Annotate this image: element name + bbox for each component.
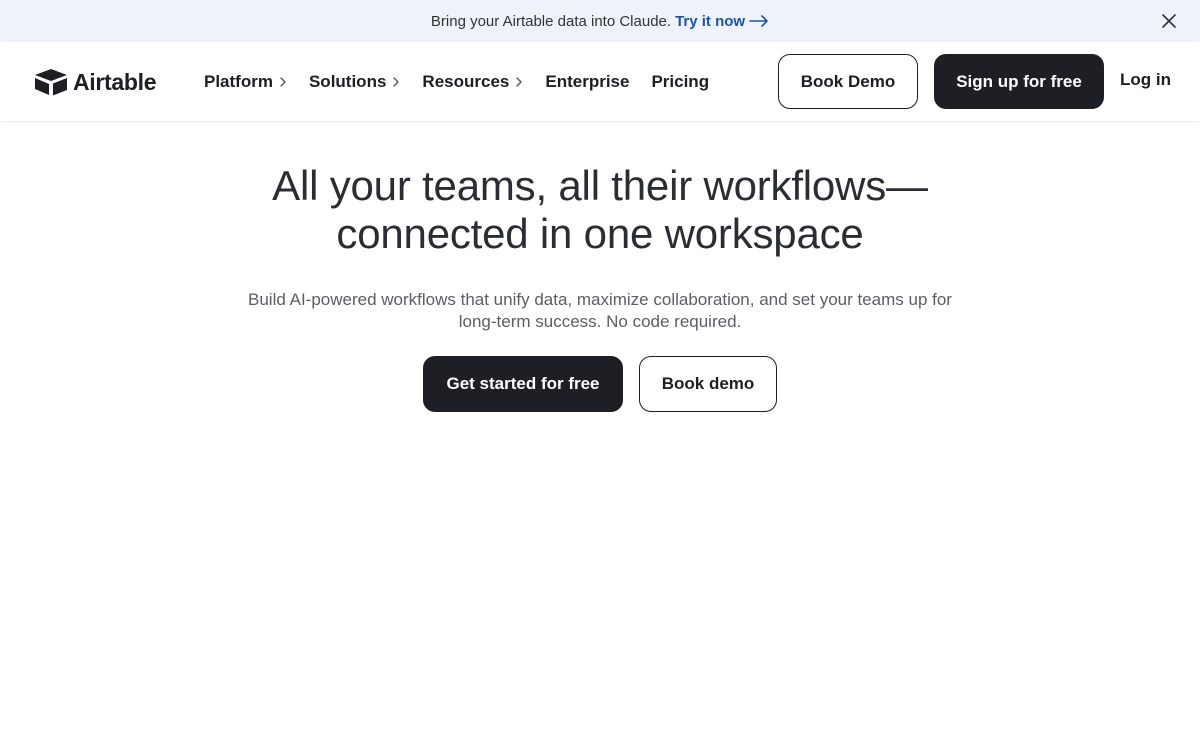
banner-message: Bring your Airtable data into Claude. (430, 12, 672, 30)
hero-title: All your teams, all their workflows— con… (0, 162, 1200, 258)
hero-title-line: All your teams, all their workflows— (272, 162, 928, 209)
logo-wordmark: Airtable (73, 68, 157, 95)
nav-item-resources[interactable]: Resources (422, 72, 523, 92)
chevron-right-icon (280, 77, 286, 87)
nav-item-solutions[interactable]: Solutions (309, 72, 400, 92)
hero-title-line: connected in one workspace (336, 210, 864, 257)
nav-item-label: Enterprise (545, 72, 630, 91)
nav-item-label: Pricing (651, 72, 710, 91)
nav-item-platform[interactable]: Platform (204, 72, 287, 92)
book-demo-hero-button[interactable]: Book demo (639, 356, 777, 412)
try-it-now-label: Try it now (675, 12, 746, 30)
book-demo-button[interactable]: Book Demo (778, 54, 918, 109)
announcement-banner: Bring your Airtable data into Claude. Tr… (0, 0, 1200, 42)
nav-menu: Platform Solutions Resources Enterprise … (204, 42, 731, 122)
nav-item-label: Platform (204, 72, 273, 91)
airtable-box-logo-icon (35, 69, 67, 96)
banner-close-button[interactable] (1160, 12, 1178, 30)
hero-subtitle: Build AI-powered workflows that unify da… (230, 289, 970, 333)
main-navigation: Airtable Platform Solutions Resources En… (0, 42, 1200, 122)
log-in-link[interactable]: Log in (1120, 70, 1171, 90)
try-it-now-link[interactable]: Try it now (675, 13, 769, 30)
hero-subtitle-line: Build AI-powered workflows that unify da… (248, 290, 952, 309)
chevron-right-icon (393, 77, 400, 87)
sign-up-button[interactable]: Sign up for free (934, 54, 1104, 109)
chevron-right-icon (516, 77, 523, 87)
hero-subtitle-line: long-term success. No code required. (458, 312, 742, 331)
close-icon (1162, 14, 1176, 28)
nav-item-label: Solutions (308, 72, 387, 91)
arrow-right-icon (749, 15, 768, 27)
nav-item-enterprise[interactable]: Enterprise (545, 72, 629, 92)
get-started-button[interactable]: Get started for free (423, 356, 623, 412)
nav-item-pricing[interactable]: Pricing (651, 72, 709, 92)
nav-item-label: Resources (422, 72, 510, 91)
airtable-logo-link[interactable]: Airtable (34, 67, 157, 97)
